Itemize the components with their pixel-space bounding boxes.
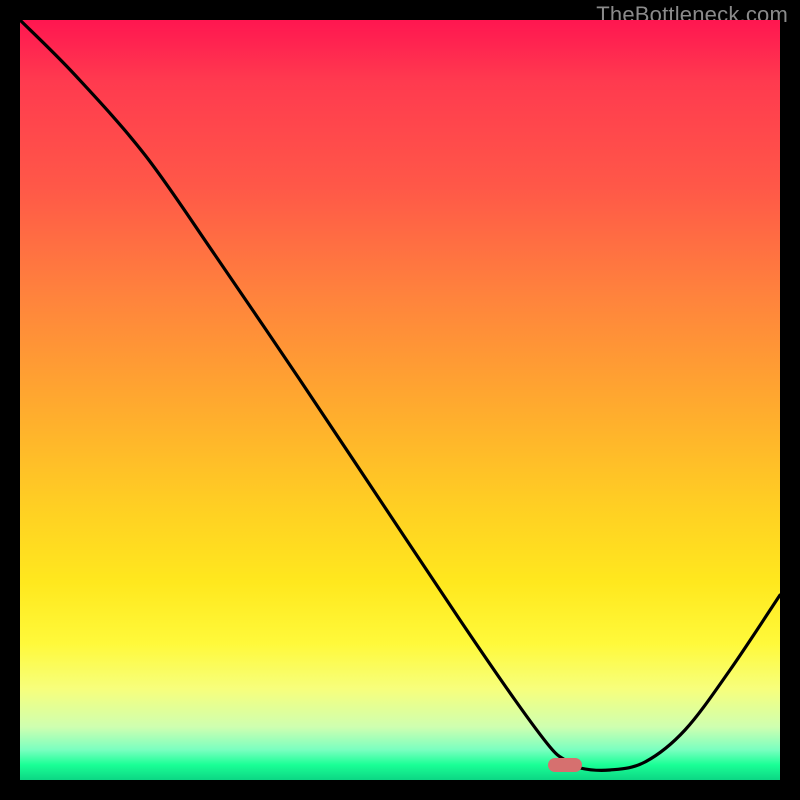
- chart-frame: TheBottleneck.com: [0, 0, 800, 800]
- bottleneck-curve: [20, 20, 780, 780]
- optimal-point-marker: [548, 758, 582, 772]
- plot-area: [20, 20, 780, 780]
